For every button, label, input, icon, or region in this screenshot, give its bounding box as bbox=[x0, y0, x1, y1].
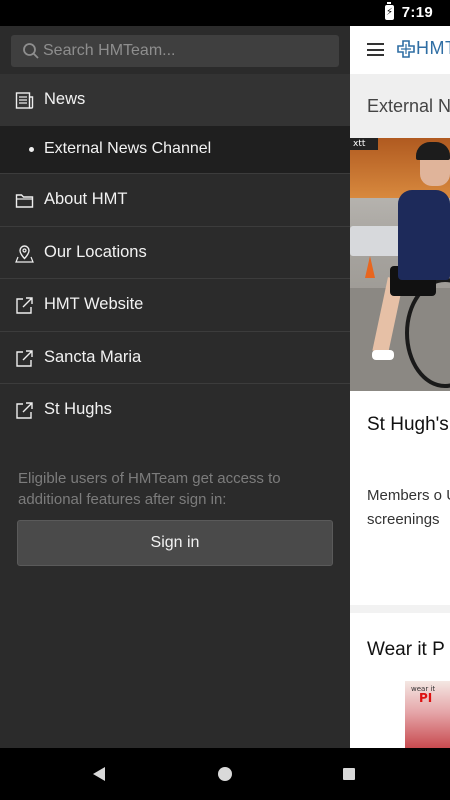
photo-sign: xtt bbox=[350, 138, 378, 150]
menu-item-label: News bbox=[44, 90, 86, 108]
news-card-excerpt: Members o UCI (Intern the new se screeni… bbox=[367, 487, 450, 528]
logo-cross-icon bbox=[397, 40, 415, 58]
menu-item-news[interactable]: News bbox=[0, 74, 350, 126]
bullet-icon bbox=[29, 147, 34, 152]
page-title: External N bbox=[367, 96, 450, 116]
battery-charging-icon: ⚡ bbox=[385, 2, 394, 20]
folder-icon bbox=[15, 194, 34, 208]
menu-item-label: Sancta Maria bbox=[44, 347, 142, 366]
location-pin-icon bbox=[15, 244, 34, 263]
system-nav-bar bbox=[0, 748, 450, 800]
news-card[interactable]: Wear it P wear it PI bbox=[350, 613, 450, 748]
app-content: HMT External N xtt St Hugh's New Sea Mem… bbox=[350, 26, 450, 748]
news-card-title: St Hugh's New Sea bbox=[367, 414, 450, 435]
drawer-menu: News External News Channel About HMT Our… bbox=[0, 74, 350, 437]
clock: 7:19 bbox=[401, 4, 433, 21]
external-link-icon bbox=[16, 402, 33, 419]
search-box[interactable] bbox=[11, 35, 339, 67]
external-link-icon bbox=[16, 297, 33, 314]
menu-item-label: Our Locations bbox=[44, 242, 147, 261]
navigation-drawer: News External News Channel About HMT Our… bbox=[0, 26, 350, 748]
search-input[interactable] bbox=[43, 35, 333, 67]
news-photo[interactable]: xtt bbox=[350, 138, 450, 391]
recent-apps-icon[interactable] bbox=[343, 768, 355, 780]
news-card-title: Wear it P bbox=[367, 639, 445, 660]
news-card-thumbnail: wear it PI bbox=[405, 681, 450, 748]
signin-button[interactable]: Sign in bbox=[17, 520, 333, 566]
logo-text: HMT bbox=[416, 38, 450, 58]
menu-item-about-hmt[interactable]: About HMT bbox=[0, 174, 350, 227]
page-header: External N bbox=[350, 74, 450, 138]
menu-item-st-hughs[interactable]: St Hughs bbox=[0, 384, 350, 437]
menu-item-label: External News Channel bbox=[44, 140, 212, 157]
menu-item-our-locations[interactable]: Our Locations bbox=[0, 227, 350, 279]
menu-item-sancta-maria[interactable]: Sancta Maria bbox=[0, 332, 350, 384]
news-card[interactable]: St Hugh's New Sea Members o UCI (Intern … bbox=[350, 391, 450, 605]
news-icon bbox=[15, 92, 34, 109]
menu-item-external-news-channel[interactable]: External News Channel bbox=[0, 126, 350, 174]
search-icon bbox=[23, 43, 39, 59]
menu-icon[interactable] bbox=[367, 43, 384, 56]
menu-item-label: St Hughs bbox=[44, 400, 112, 418]
signin-note: Eligible users of HMTeam get access to a… bbox=[18, 470, 281, 508]
menu-item-label: HMT Website bbox=[44, 295, 144, 313]
app-toolbar: HMT bbox=[350, 26, 450, 74]
menu-item-label: About HMT bbox=[44, 190, 128, 208]
external-link-icon bbox=[16, 349, 33, 367]
home-icon[interactable] bbox=[218, 767, 232, 781]
menu-item-hmt-website[interactable]: HMT Website bbox=[0, 279, 350, 332]
back-icon[interactable] bbox=[93, 767, 105, 781]
status-bar: ⚡ 7:19 bbox=[0, 0, 450, 26]
